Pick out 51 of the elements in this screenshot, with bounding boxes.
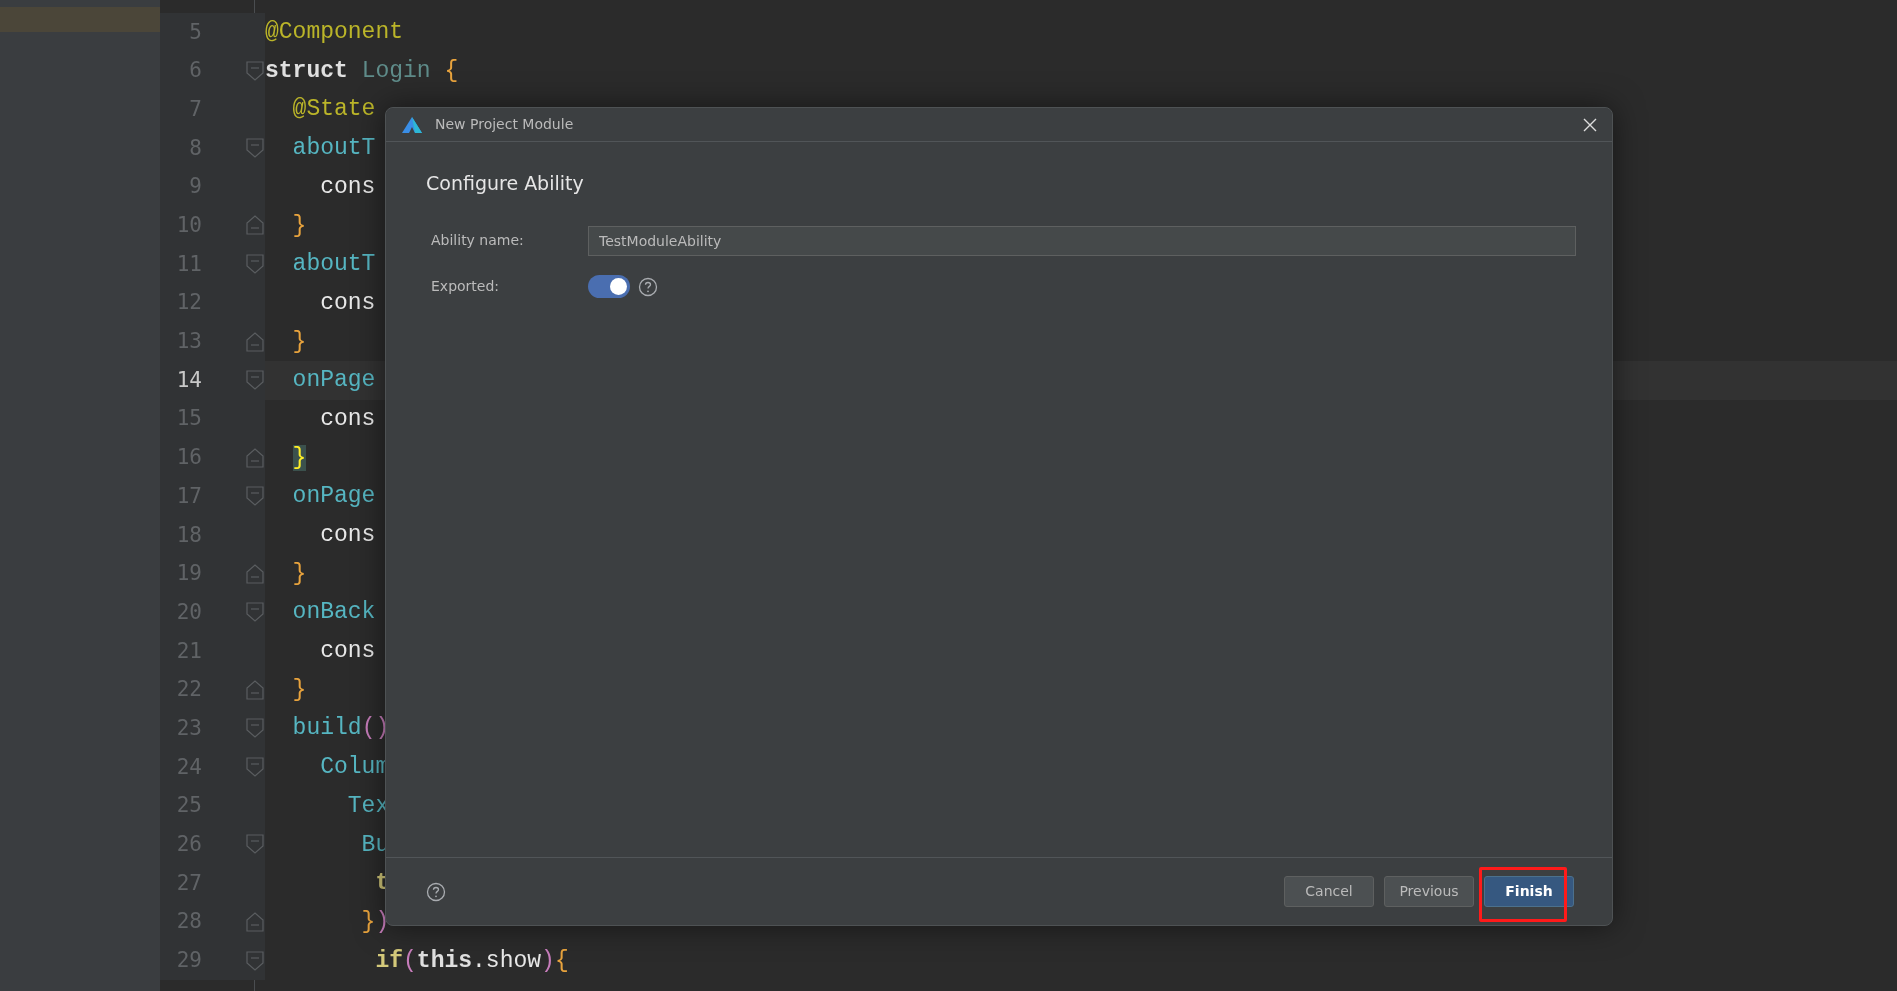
code-line: cons <box>319 637 376 667</box>
fold-marker-icon[interactable] <box>246 138 264 159</box>
code-line: } <box>291 675 307 705</box>
dialog-button[interactable]: Finish <box>1484 876 1574 907</box>
code-line: onPage <box>291 366 376 396</box>
fold-marker-icon[interactable] <box>246 911 264 932</box>
app-logo-icon <box>401 115 423 134</box>
code-line: cons <box>319 521 376 551</box>
fold-marker-icon[interactable] <box>246 331 264 352</box>
dialog-button[interactable]: Previous <box>1384 876 1474 907</box>
code-line: build() <box>291 714 390 744</box>
code-line: } <box>291 559 307 589</box>
fold-marker-icon[interactable] <box>246 834 264 855</box>
ability-name-field[interactable]: TestModuleAbility <box>588 225 1576 256</box>
fold-marker-icon[interactable] <box>246 679 264 700</box>
code-line: cons <box>319 172 376 202</box>
exported-toggle[interactable] <box>588 275 630 298</box>
code-line: onBack <box>291 598 376 628</box>
field-label: Ability name: <box>431 231 525 250</box>
code-line: }) <box>360 907 390 937</box>
code-line: cons <box>319 404 376 434</box>
line-number: 14 <box>175 366 202 394</box>
help-icon[interactable] <box>426 881 446 902</box>
code-line: @State <box>291 95 376 125</box>
fold-marker-icon[interactable] <box>246 718 264 739</box>
code-line: cons <box>319 288 376 318</box>
selected-tree-row[interactable] <box>0 7 160 32</box>
fold-marker-icon[interactable] <box>246 447 264 468</box>
code-line: onPage <box>291 482 376 512</box>
code-line: struct Login { <box>265 56 459 86</box>
code-line: @Component <box>265 18 404 48</box>
close-icon[interactable] <box>1583 117 1597 132</box>
fold-marker-icon[interactable] <box>246 486 264 507</box>
dialog-button[interactable]: Cancel <box>1284 876 1374 907</box>
page-heading: Configure Ability <box>426 171 585 196</box>
help-icon[interactable] <box>638 276 658 297</box>
fold-marker-icon[interactable] <box>246 254 264 275</box>
code-line: if(this.show){ <box>374 946 569 976</box>
fold-marker-icon[interactable] <box>246 563 264 584</box>
code-line: aboutT <box>291 134 376 164</box>
code-line: } <box>291 327 307 357</box>
fold-marker-icon[interactable] <box>246 370 264 391</box>
fold-marker-icon[interactable] <box>246 60 264 81</box>
field-label: Exported: <box>431 277 501 296</box>
fold-marker-icon[interactable] <box>246 757 264 778</box>
fold-marker-icon[interactable] <box>246 950 264 971</box>
code-line: aboutT <box>291 250 376 280</box>
dialog-title: New Project Module <box>435 115 574 134</box>
code-line: } <box>291 211 307 241</box>
fold-marker-icon[interactable] <box>246 602 264 623</box>
fold-marker-icon[interactable] <box>246 215 264 236</box>
